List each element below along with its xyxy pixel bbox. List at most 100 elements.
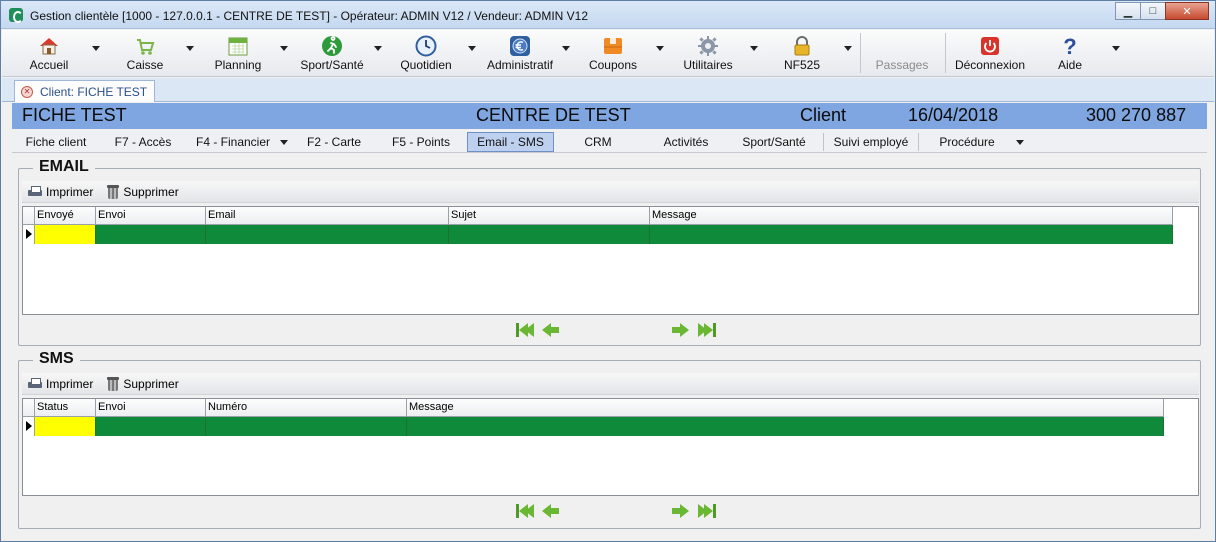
email-grid[interactable]: Envoyé Envoi Email Sujet Message (22, 206, 1199, 315)
maximize-button[interactable]: □ (1140, 2, 1166, 20)
close-tab-icon[interactable]: ✕ (21, 85, 33, 98)
client-banner: FICHE TEST CENTRE DE TEST Client 16/04/2… (12, 103, 1207, 129)
toolbar-accueil[interactable]: Accueil (24, 32, 74, 74)
client-phone: 300 270 887 (1086, 105, 1187, 125)
last-record-icon[interactable] (698, 322, 716, 338)
tab-email-sms[interactable]: Email - SMS (467, 132, 554, 152)
tab-financier[interactable]: F4 - Financier (188, 132, 278, 152)
sms-grid[interactable]: Status Envoi Numéro Message (22, 398, 1199, 496)
app-window: Gestion clientèle [1000 - 127.0.0.1 - CE… (0, 0, 1216, 542)
prev-record-icon[interactable] (542, 503, 560, 519)
toolbar-accueil-dropdown[interactable] (92, 46, 100, 51)
tab-crm[interactable]: CRM (562, 132, 634, 152)
next-record-icon[interactable] (672, 322, 690, 338)
toolbar-planning[interactable]: Planning (210, 32, 266, 74)
doc-tab-client[interactable]: ✕ Client: FICHE TEST (14, 80, 156, 102)
gear-icon (697, 35, 719, 57)
printer-icon (28, 377, 42, 390)
close-button[interactable]: ✕ (1165, 2, 1209, 20)
email-col-envoye[interactable]: Envoyé (35, 207, 96, 225)
home-icon (38, 35, 60, 57)
email-col-message[interactable]: Message (650, 207, 1173, 225)
subtab-separator (823, 133, 824, 151)
window-controls: ▁ □ ✕ (1115, 2, 1209, 20)
euro-icon (509, 35, 531, 57)
toolbar-administratif-dropdown[interactable] (562, 46, 570, 51)
toolbar-coupons-dropdown[interactable] (656, 46, 664, 51)
table-row[interactable] (23, 417, 1164, 436)
document-tab-strip: ✕ Client: FICHE TEST (2, 78, 1214, 102)
row-indicator-icon (23, 225, 35, 244)
first-record-icon[interactable] (516, 503, 534, 519)
main-toolbar: Accueil Caisse Planning Sport/Santé Quot… (2, 30, 1214, 77)
sms-grid-header: Status Envoi Numéro Message (23, 399, 1164, 417)
cart-icon (134, 35, 156, 57)
tab-procedure[interactable]: Procédure (928, 132, 1006, 152)
sms-col-envoi[interactable]: Envoi (96, 399, 206, 417)
banner-date: 16/04/2018 (908, 105, 999, 125)
toolbar-planning-dropdown[interactable] (280, 46, 288, 51)
toolbar-aide[interactable]: ? Aide (1052, 32, 1088, 74)
minimize-button[interactable]: ▁ (1115, 2, 1141, 20)
tab-acces[interactable]: F7 - Accès (104, 132, 182, 152)
sms-col-message[interactable]: Message (407, 399, 1164, 417)
sms-col-numero[interactable]: Numéro (206, 399, 407, 417)
email-col-envoi[interactable]: Envoi (96, 207, 206, 225)
toolbar-separator (945, 33, 946, 73)
center-name: CENTRE DE TEST (476, 105, 631, 125)
power-icon (979, 35, 1001, 57)
sms-navigator (22, 498, 1199, 524)
email-print-button[interactable]: Imprimer (28, 185, 93, 199)
toolbar-nf525[interactable]: NF525 (782, 32, 822, 74)
email-col-sujet[interactable]: Sujet (449, 207, 650, 225)
sms-print-button[interactable]: Imprimer (28, 377, 93, 391)
toolbar-caisse-dropdown[interactable] (186, 46, 194, 51)
calendar-icon (227, 35, 249, 57)
email-col-email[interactable]: Email (206, 207, 449, 225)
toolbar-quotidien-dropdown[interactable] (468, 46, 476, 51)
prev-record-icon[interactable] (542, 322, 560, 338)
toolbar-nf525-dropdown[interactable] (844, 46, 852, 51)
lock-icon (791, 35, 813, 57)
toolbar-caisse[interactable]: Caisse (120, 32, 170, 74)
tab-procedure-dropdown[interactable] (1016, 140, 1024, 145)
tab-financier-dropdown[interactable] (280, 140, 288, 145)
toolbar-quotidien[interactable]: Quotidien (396, 32, 456, 74)
tab-points[interactable]: F5 - Points (382, 132, 460, 152)
email-navigator (22, 317, 1199, 343)
email-group-title: EMAIL (33, 158, 95, 176)
tab-activites[interactable]: Activités (646, 132, 726, 152)
email-toolbar: Imprimer Supprimer (22, 181, 1199, 203)
tab-carte[interactable]: F2 - Carte (294, 132, 374, 152)
printer-icon (28, 185, 42, 198)
svg-text:?: ? (1063, 35, 1076, 57)
sms-group: SMS Imprimer Supprimer Status Envoi Numé… (18, 350, 1201, 529)
toolbar-utilitaires[interactable]: Utilitaires (676, 32, 740, 74)
toolbar-coupons[interactable]: Coupons (588, 32, 638, 74)
toolbar-sport-sante-dropdown[interactable] (374, 46, 382, 51)
client-subtabs: Fiche client F7 - Accès F4 - Financier F… (12, 131, 1207, 153)
email-grid-header: Envoyé Envoi Email Sujet Message (23, 207, 1173, 225)
sms-group-title: SMS (33, 350, 80, 368)
email-delete-button[interactable]: Supprimer (107, 184, 179, 199)
sms-col-status[interactable]: Status (35, 399, 96, 417)
last-record-icon[interactable] (698, 503, 716, 519)
table-row[interactable] (23, 225, 1173, 244)
tab-sport-sante[interactable]: Sport/Santé (736, 132, 812, 152)
toolbar-utilitaires-dropdown[interactable] (750, 46, 758, 51)
toolbar-sport-sante[interactable]: Sport/Santé (298, 32, 366, 74)
tab-suivi-employe[interactable]: Suivi employé (825, 132, 917, 152)
toolbar-administratif[interactable]: Administratif (482, 32, 558, 74)
email-group: EMAIL Imprimer Supprimer Envoyé Envoi Em… (18, 158, 1201, 346)
next-record-icon[interactable] (672, 503, 690, 519)
runner-icon (321, 35, 343, 57)
first-record-icon[interactable] (516, 322, 534, 338)
tab-fiche-client[interactable]: Fiche client (14, 132, 98, 152)
toolbar-passages: Passages (875, 58, 929, 72)
trash-icon (107, 376, 120, 391)
toolbar-aide-dropdown[interactable] (1112, 46, 1120, 51)
sms-toolbar: Imprimer Supprimer (22, 373, 1199, 395)
sms-delete-button[interactable]: Supprimer (107, 376, 179, 391)
app-logo-icon (9, 8, 23, 23)
toolbar-deconnexion[interactable]: Déconnexion (952, 32, 1028, 74)
